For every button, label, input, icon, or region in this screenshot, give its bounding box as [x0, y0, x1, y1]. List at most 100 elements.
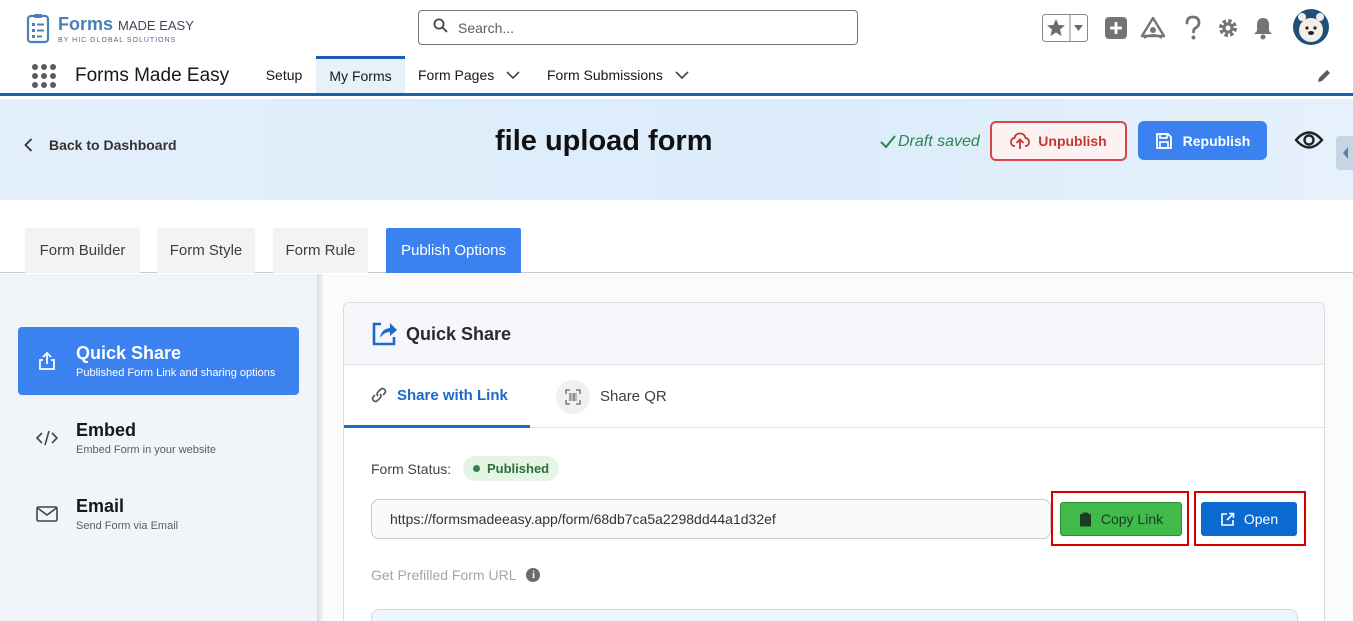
status-value: Published — [487, 461, 550, 476]
share-box-icon — [371, 320, 398, 352]
status-badge: Published — [463, 456, 560, 481]
quick-share-card: Quick Share Share with Link Share QR For… — [343, 302, 1325, 621]
form-title: file upload form — [495, 125, 713, 157]
nav-item-form-pages[interactable]: Form Pages — [418, 56, 528, 93]
prefill-label: Get Prefilled Form URL — [371, 567, 517, 583]
sidebar-item-title: Embed — [76, 420, 137, 440]
form-url-field[interactable]: https://formsmadeeasy.app/form/68db7ca5a… — [371, 499, 1051, 539]
help-icon — [1185, 15, 1201, 40]
chevron-down-icon[interactable] — [506, 67, 520, 83]
global-actions-button[interactable] — [1104, 12, 1128, 44]
chevron-down-icon[interactable] — [675, 67, 689, 83]
subtab-label: Share with Link — [397, 386, 508, 404]
share-subtabs: Share with Link Share QR — [344, 365, 1324, 428]
back-to-dashboard-link[interactable]: Back to Dashboard — [24, 137, 177, 153]
republish-button[interactable]: Republish — [1138, 121, 1267, 160]
nav-item-label: My Forms — [329, 68, 392, 84]
info-icon[interactable]: i — [526, 568, 541, 582]
draft-status-text: Draft saved — [898, 133, 980, 150]
unpublish-label: Unpublish — [1038, 133, 1107, 149]
republish-label: Republish — [1182, 132, 1251, 149]
link-icon — [371, 387, 387, 403]
user-avatar[interactable] — [1292, 8, 1330, 46]
app-logo[interactable]: Forms MADE EASY BY HIC GLOBAL SOLUTIONS — [26, 13, 194, 45]
open-button[interactable]: Open — [1201, 502, 1297, 536]
tab-label: Form Style — [169, 242, 243, 259]
tab-form-style[interactable]: Form Style — [157, 228, 255, 273]
builder-tabs: Form Builder Form Style Form Rule Publis… — [0, 200, 1353, 273]
open-label: Open — [1243, 511, 1279, 527]
global-header: Forms MADE EASY BY HIC GLOBAL SOLUTIONS … — [0, 0, 1353, 56]
save-icon — [1155, 132, 1172, 149]
card-header: Quick Share — [344, 303, 1324, 365]
sidebar-item-quick-share[interactable]: Quick Share Published Form Link and shar… — [18, 327, 299, 395]
trailhead-icon — [1140, 16, 1166, 39]
chevron-left-icon — [24, 138, 33, 152]
settings-button[interactable] — [1216, 12, 1240, 44]
status-dot — [473, 465, 480, 472]
sidebar-item-embed[interactable]: Embed Embed Form in your website — [18, 404, 299, 472]
help-button[interactable] — [1182, 12, 1204, 44]
clipboard-icon — [1079, 512, 1091, 526]
tab-form-rule[interactable]: Form Rule — [273, 228, 368, 273]
tab-label: Publish Options — [400, 242, 507, 259]
publish-options-sidebar: Quick Share Published Form Link and shar… — [0, 274, 318, 621]
tab-label: Form Rule — [285, 242, 356, 259]
nav-item-label: Setup — [265, 66, 303, 83]
tab-label: Form Builder — [39, 242, 126, 259]
prefilled-url-link[interactable]: Get Prefilled Form URL i — [371, 567, 541, 583]
logo-subtitle: BY HIC GLOBAL SOLUTIONS — [58, 36, 177, 44]
tab-publish-options[interactable]: Publish Options — [386, 228, 521, 273]
sidebar-item-title: Quick Share — [76, 343, 182, 363]
sidebar-item-title: Email — [76, 496, 125, 516]
nav-item-label: Form Submissions — [547, 66, 663, 83]
prefill-info-box — [371, 609, 1298, 621]
form-status-label: Form Status: — [371, 461, 452, 477]
code-icon — [18, 430, 76, 446]
sidebar-item-subtitle: Send Form via Email — [76, 520, 179, 532]
back-label: Back to Dashboard — [49, 137, 177, 153]
qr-icon — [556, 379, 590, 414]
unpublish-button[interactable]: Unpublish — [990, 121, 1127, 161]
copy-link-button[interactable]: Copy Link — [1060, 502, 1182, 536]
draft-status: Draft saved — [880, 133, 980, 151]
plus-icon — [1105, 17, 1127, 39]
copy-link-label: Copy Link — [1100, 511, 1164, 527]
edit-nav-pencil-icon[interactable] — [1316, 68, 1332, 89]
trailhead-button[interactable] — [1140, 12, 1166, 44]
external-link-icon — [1221, 512, 1235, 526]
search-input[interactable]: Search... — [458, 20, 514, 36]
favorites-button[interactable] — [1042, 12, 1088, 44]
nav-item-my-forms[interactable]: My Forms — [316, 56, 405, 93]
global-search[interactable]: Search... — [418, 10, 858, 45]
sidebar-item-email[interactable]: Email Send Form via Email — [18, 480, 299, 548]
gear-icon — [1219, 19, 1237, 37]
share-upload-icon — [18, 351, 76, 371]
card-title: Quick Share — [406, 324, 512, 344]
tab-form-builder[interactable]: Form Builder — [25, 228, 140, 273]
nav-item-setup[interactable]: Setup — [252, 56, 316, 93]
notifications-button[interactable] — [1252, 12, 1274, 44]
subtab-label: Share QR — [600, 388, 667, 405]
subtab-share-with-link[interactable]: Share with Link — [344, 365, 530, 428]
cloud-upload-icon — [1010, 132, 1031, 149]
logo-made-easy: MADE EASY — [118, 17, 194, 33]
nav-item-label: Form Pages — [418, 66, 495, 83]
form-header: Back to Dashboard file upload form Draft… — [0, 99, 1353, 200]
app-navigation-bar: Forms Made Easy Setup My Forms Form Page… — [0, 56, 1353, 96]
check-icon — [880, 135, 896, 149]
preview-eye-icon[interactable] — [1294, 129, 1324, 156]
app-name: Forms Made Easy — [75, 65, 230, 86]
mail-icon — [18, 506, 76, 522]
nav-item-form-submissions[interactable]: Form Submissions — [547, 56, 697, 93]
search-icon — [433, 18, 448, 38]
logo-form-icon — [26, 13, 52, 45]
sidebar-item-subtitle: Embed Form in your website — [76, 444, 216, 456]
subtab-share-qr[interactable]: Share QR — [556, 365, 706, 428]
sidebar-item-subtitle: Published Form Link and sharing options — [76, 367, 276, 379]
side-panel-toggle[interactable] — [1336, 136, 1353, 170]
logo-text: Forms MADE EASY — [58, 15, 194, 35]
logo-forms: Forms — [58, 13, 114, 34]
avatar-icon — [1293, 9, 1329, 45]
app-launcher-icon[interactable] — [32, 64, 56, 88]
